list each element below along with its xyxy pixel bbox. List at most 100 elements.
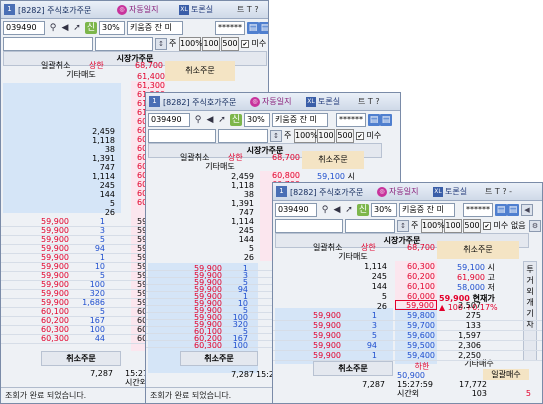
auto-journal-button[interactable]: ◎ 자동일지 xyxy=(377,186,418,197)
cancel-order-header[interactable]: 취소주문 xyxy=(302,151,364,169)
auto-journal-button[interactable]: ◎ 자동일지 xyxy=(117,4,158,15)
misu-option[interactable]: ✔ 미수 xyxy=(356,130,381,141)
queue-qty: 1 xyxy=(371,351,377,360)
investor-tab[interactable]: 외 xyxy=(524,286,536,297)
window-titlebar[interactable]: 1 [8282] 주식호가주문 ◎ 자동일지 XL 토론실 트 T ? - xyxy=(273,183,542,201)
cancel-order-header[interactable]: 취소주문 xyxy=(437,241,519,259)
total-sell-qty: 7,287 xyxy=(90,369,113,378)
investor-tab[interactable]: 투 xyxy=(524,264,536,275)
green-action-icon[interactable]: 신 xyxy=(85,22,97,34)
window-titlebar[interactable]: 1 [8282] 주식호가주문 ◎ 자동일지 XL 토론실 트 T ? xyxy=(146,93,400,111)
discussion-icon: XL xyxy=(433,186,443,197)
search-icon[interactable]: ⚲ xyxy=(319,204,331,216)
price-input[interactable] xyxy=(345,219,395,233)
after-hours-label: 시간외 xyxy=(397,389,420,398)
cancel-order-header[interactable]: 취소주문 xyxy=(165,61,235,81)
journal-icon: ◎ xyxy=(250,96,260,107)
save-icon[interactable]: ▤ xyxy=(507,204,519,216)
qty-500-button[interactable]: 500 xyxy=(336,129,354,143)
doc-icon[interactable]: ▤ xyxy=(495,204,507,216)
window-number-badge: 1 xyxy=(276,186,287,197)
bottom-cancel-header[interactable]: 취소주문 xyxy=(180,351,258,366)
discussion-button[interactable]: XL 토론실 xyxy=(179,4,213,15)
after-hours-qty: 103 xyxy=(471,389,487,398)
investor-tab-strip[interactable]: 투거외개기차 xyxy=(523,261,537,361)
refresh-icon[interactable]: ↕ xyxy=(397,220,409,232)
account-password[interactable]: ****** xyxy=(336,113,366,127)
expand-icon[interactable]: ◀ xyxy=(521,204,533,216)
price-input[interactable] xyxy=(218,129,268,143)
qty-input[interactable] xyxy=(3,37,93,51)
save-icon[interactable]: ▤ xyxy=(259,22,268,34)
speaker-icon[interactable]: ◀ xyxy=(331,204,343,216)
investor-tab[interactable]: 기 xyxy=(524,308,536,319)
green-action-icon[interactable]: 신 xyxy=(230,114,242,126)
qty-input[interactable] xyxy=(275,219,343,233)
total-sell-qty: 7,287 xyxy=(362,380,385,389)
qty-500-button[interactable]: 500 xyxy=(463,219,481,233)
stock-name-field: 키움증 잔 미 xyxy=(272,113,328,127)
prev-close-price: 59,100 시 xyxy=(317,172,355,181)
upper-limit-price: 68,700 xyxy=(272,153,300,162)
bottom-cancel-header[interactable]: 취소주문 xyxy=(41,351,121,366)
qty-100pct-button[interactable]: 100% xyxy=(294,129,318,143)
discussion-icon: XL xyxy=(306,96,316,107)
after-hours-qty-2: 5 xyxy=(525,389,531,398)
bottom-cancel-header[interactable]: 취소주문 xyxy=(313,361,393,376)
screen-code: [8282] xyxy=(18,6,45,15)
unit-label: 주 xyxy=(169,39,177,48)
search-icon[interactable]: ⚲ xyxy=(192,114,204,126)
refresh-icon[interactable]: ↕ xyxy=(270,130,282,142)
ratio-field[interactable]: 30% xyxy=(371,203,397,217)
screen-code: [8282] xyxy=(290,188,317,197)
investor-tab[interactable]: 거 xyxy=(524,275,536,286)
window-controls[interactable]: 트 T ? xyxy=(358,96,380,107)
arrow-icon[interactable]: ➚ xyxy=(216,114,228,126)
queue-price: 59,900 xyxy=(313,351,341,360)
qty-input[interactable] xyxy=(148,129,216,143)
stock-code-input[interactable]: 039490 xyxy=(275,203,317,217)
qty-100-button[interactable]: 100 xyxy=(317,129,335,143)
auto-journal-button[interactable]: ◎ 자동일지 xyxy=(250,96,291,107)
doc-icon[interactable]: ▤ xyxy=(247,22,259,34)
speaker-icon[interactable]: ◀ xyxy=(204,114,216,126)
window-controls[interactable]: 트 T ? - xyxy=(485,186,512,197)
screen-code: [8282] xyxy=(163,98,190,107)
refresh-icon[interactable]: ↕ xyxy=(155,38,167,50)
ratio-field[interactable]: 30% xyxy=(99,21,125,35)
account-password[interactable]: ****** xyxy=(463,203,493,217)
sell-qty: 26 xyxy=(243,253,254,262)
qty-500-button[interactable]: 500 xyxy=(221,37,239,51)
account-password[interactable]: ****** xyxy=(215,21,245,35)
screen-title: 주식호가주문 xyxy=(319,188,364,197)
qty-100pct-button[interactable]: 100% xyxy=(179,37,203,51)
window-titlebar[interactable]: 1 [8282] 주식호가주문 ◎ 자동일지 XL 토론실 트 T ? xyxy=(1,1,268,19)
bulk-buy-button[interactable]: 일괄매수 xyxy=(483,369,529,380)
save-icon[interactable]: ▤ xyxy=(380,114,392,126)
search-icon[interactable]: ⚲ xyxy=(47,22,59,34)
arrow-icon[interactable]: ➚ xyxy=(343,204,355,216)
investor-tab[interactable]: 개 xyxy=(524,297,536,308)
settings-gear-icon[interactable]: ⚙ xyxy=(529,220,541,232)
misu-option[interactable]: ✔ 미수 xyxy=(241,38,266,49)
qty-100pct-button[interactable]: 100% xyxy=(421,219,445,233)
green-action-icon[interactable]: 신 xyxy=(357,204,369,216)
stock-code-input[interactable]: 039490 xyxy=(148,113,190,127)
speaker-icon[interactable]: ◀ xyxy=(59,22,71,34)
window-controls[interactable]: 트 T ? xyxy=(237,4,259,15)
window-number-badge: 1 xyxy=(4,4,15,15)
screen-title: 주식호가주문 xyxy=(192,98,237,107)
discussion-button[interactable]: XL 토론실 xyxy=(433,186,467,197)
discussion-button[interactable]: XL 토론실 xyxy=(306,96,340,107)
arrow-icon[interactable]: ➚ xyxy=(71,22,83,34)
price-input[interactable] xyxy=(95,37,153,51)
stock-code-input[interactable]: 039490 xyxy=(3,21,45,35)
ratio-field[interactable]: 30% xyxy=(244,113,270,127)
qty-100-button[interactable]: 100 xyxy=(202,37,220,51)
misu-option[interactable]: ✔ 미수 없음 xyxy=(483,220,526,231)
stock-name-field: 키움증 잔 미 xyxy=(127,21,183,35)
queue-price: 60,300 xyxy=(41,334,69,343)
unit-label: 주 xyxy=(411,221,419,230)
doc-icon[interactable]: ▤ xyxy=(368,114,380,126)
qty-100-button[interactable]: 100 xyxy=(444,219,462,233)
